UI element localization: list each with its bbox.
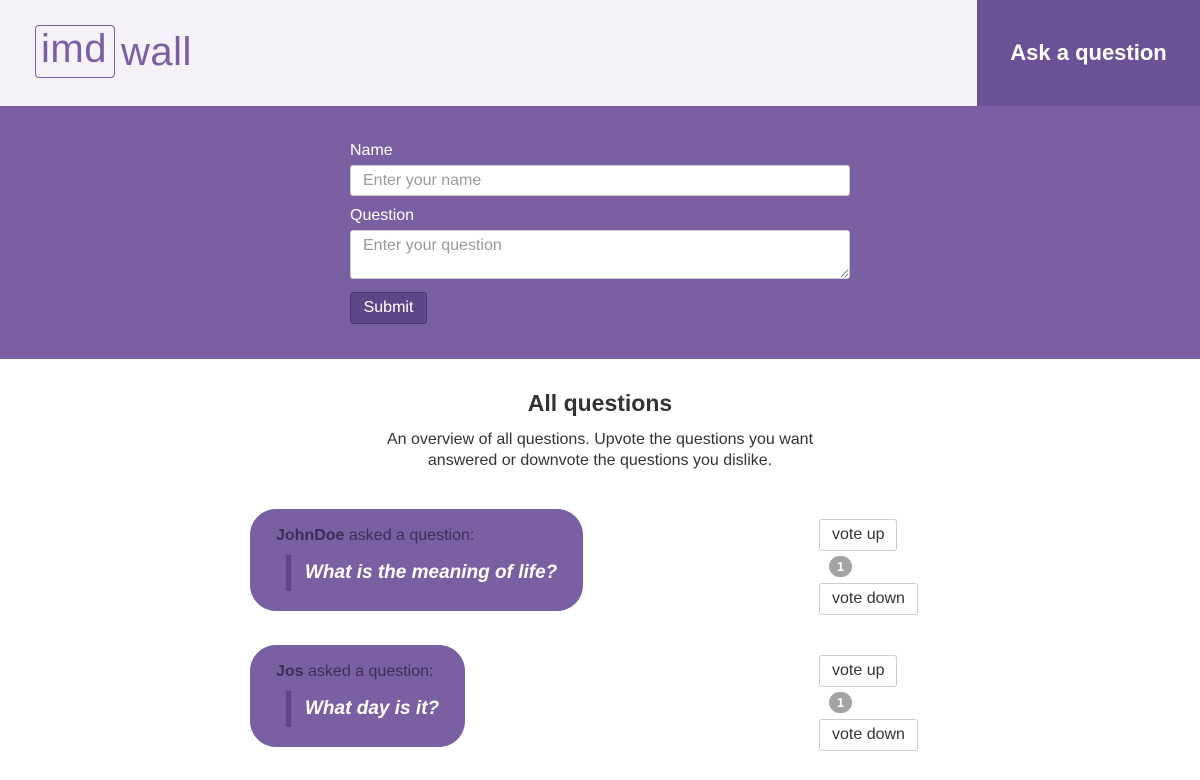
question-text: What is the meaning of life? — [286, 555, 557, 591]
header: imd wall Ask a question — [0, 0, 1200, 106]
question-label: Question — [350, 207, 415, 224]
asker-line: JohnDoe asked a question: — [276, 527, 557, 545]
asked-text: asked a question: — [344, 527, 475, 544]
asked-text: asked a question: — [303, 663, 434, 680]
logo-text: wall — [120, 29, 192, 74]
name-label: Name — [350, 142, 393, 159]
vote-count-badge: 1 — [829, 692, 852, 713]
asker-name: JohnDoe — [276, 527, 345, 544]
vote-up-button[interactable]: vote up — [819, 655, 898, 687]
name-input[interactable] — [350, 165, 850, 196]
ask-question-button[interactable]: Ask a question — [977, 0, 1200, 106]
submit-button[interactable]: Submit — [350, 292, 427, 324]
vote-up-button[interactable]: vote up — [819, 519, 898, 551]
section-title: All questions — [527, 390, 673, 416]
logo-boxed-text: imd — [35, 25, 115, 78]
question-card: Jos asked a question: What day is it? — [250, 645, 466, 747]
section-description: An overview of all questions. Upvote the… — [386, 431, 814, 469]
question-input[interactable] — [350, 230, 850, 279]
vote-down-button[interactable]: vote down — [819, 719, 918, 751]
asker-name: Jos — [276, 663, 304, 680]
vote-down-button[interactable]: vote down — [819, 583, 918, 615]
asker-line: Jos asked a question: — [276, 663, 439, 681]
vote-count-badge: 1 — [829, 556, 852, 577]
question-text: What day is it? — [286, 691, 439, 727]
question-card: JohnDoe asked a question: What is the me… — [250, 509, 584, 611]
ask-question-form: Name Question Submit — [0, 106, 1200, 359]
logo[interactable]: imd wall — [35, 25, 192, 78]
